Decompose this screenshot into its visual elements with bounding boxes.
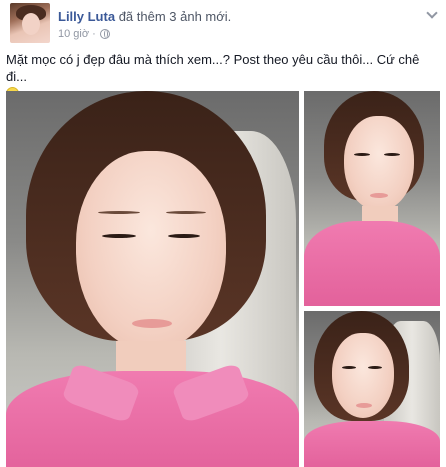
eye-left (342, 366, 356, 369)
eye-left (102, 234, 136, 238)
pink-shirt (304, 421, 440, 467)
photo-main[interactable] (6, 91, 299, 467)
lips (356, 403, 372, 408)
eye-right (384, 153, 400, 156)
avatar-face (22, 13, 40, 35)
post-title-line: Lilly Luta đã thêm 3 ảnh mới. (58, 9, 231, 24)
eyebrow-left (98, 211, 140, 214)
globe-icon[interactable] (99, 29, 110, 39)
eye-left (354, 153, 370, 156)
pink-shirt (6, 371, 299, 467)
post-action-text: đã thêm 3 ảnh mới. (118, 9, 232, 24)
post-header: Lilly Luta đã thêm 3 ảnh mới. 10 giờ · (10, 3, 438, 43)
eyebrow-right (166, 211, 206, 214)
author-name-link[interactable]: Lilly Luta (58, 9, 115, 24)
eye-right (368, 366, 382, 369)
lips (370, 193, 388, 198)
post-meta-line: 10 giờ · (58, 28, 110, 40)
chevron-down-icon[interactable] (426, 7, 438, 19)
avatar[interactable] (10, 3, 50, 43)
post-card: Lilly Luta đã thêm 3 ảnh mới. 10 giờ · M… (0, 0, 446, 467)
eye-right (168, 234, 200, 238)
lips (132, 319, 172, 328)
caption-text: Mặt mọc có j đẹp đâu mà thích xem...? Po… (6, 52, 420, 84)
pink-shirt (304, 221, 440, 306)
photo-side-top[interactable] (304, 91, 440, 306)
post-timestamp[interactable]: 10 giờ · (58, 28, 96, 40)
photo-side-bottom[interactable] (304, 311, 440, 467)
